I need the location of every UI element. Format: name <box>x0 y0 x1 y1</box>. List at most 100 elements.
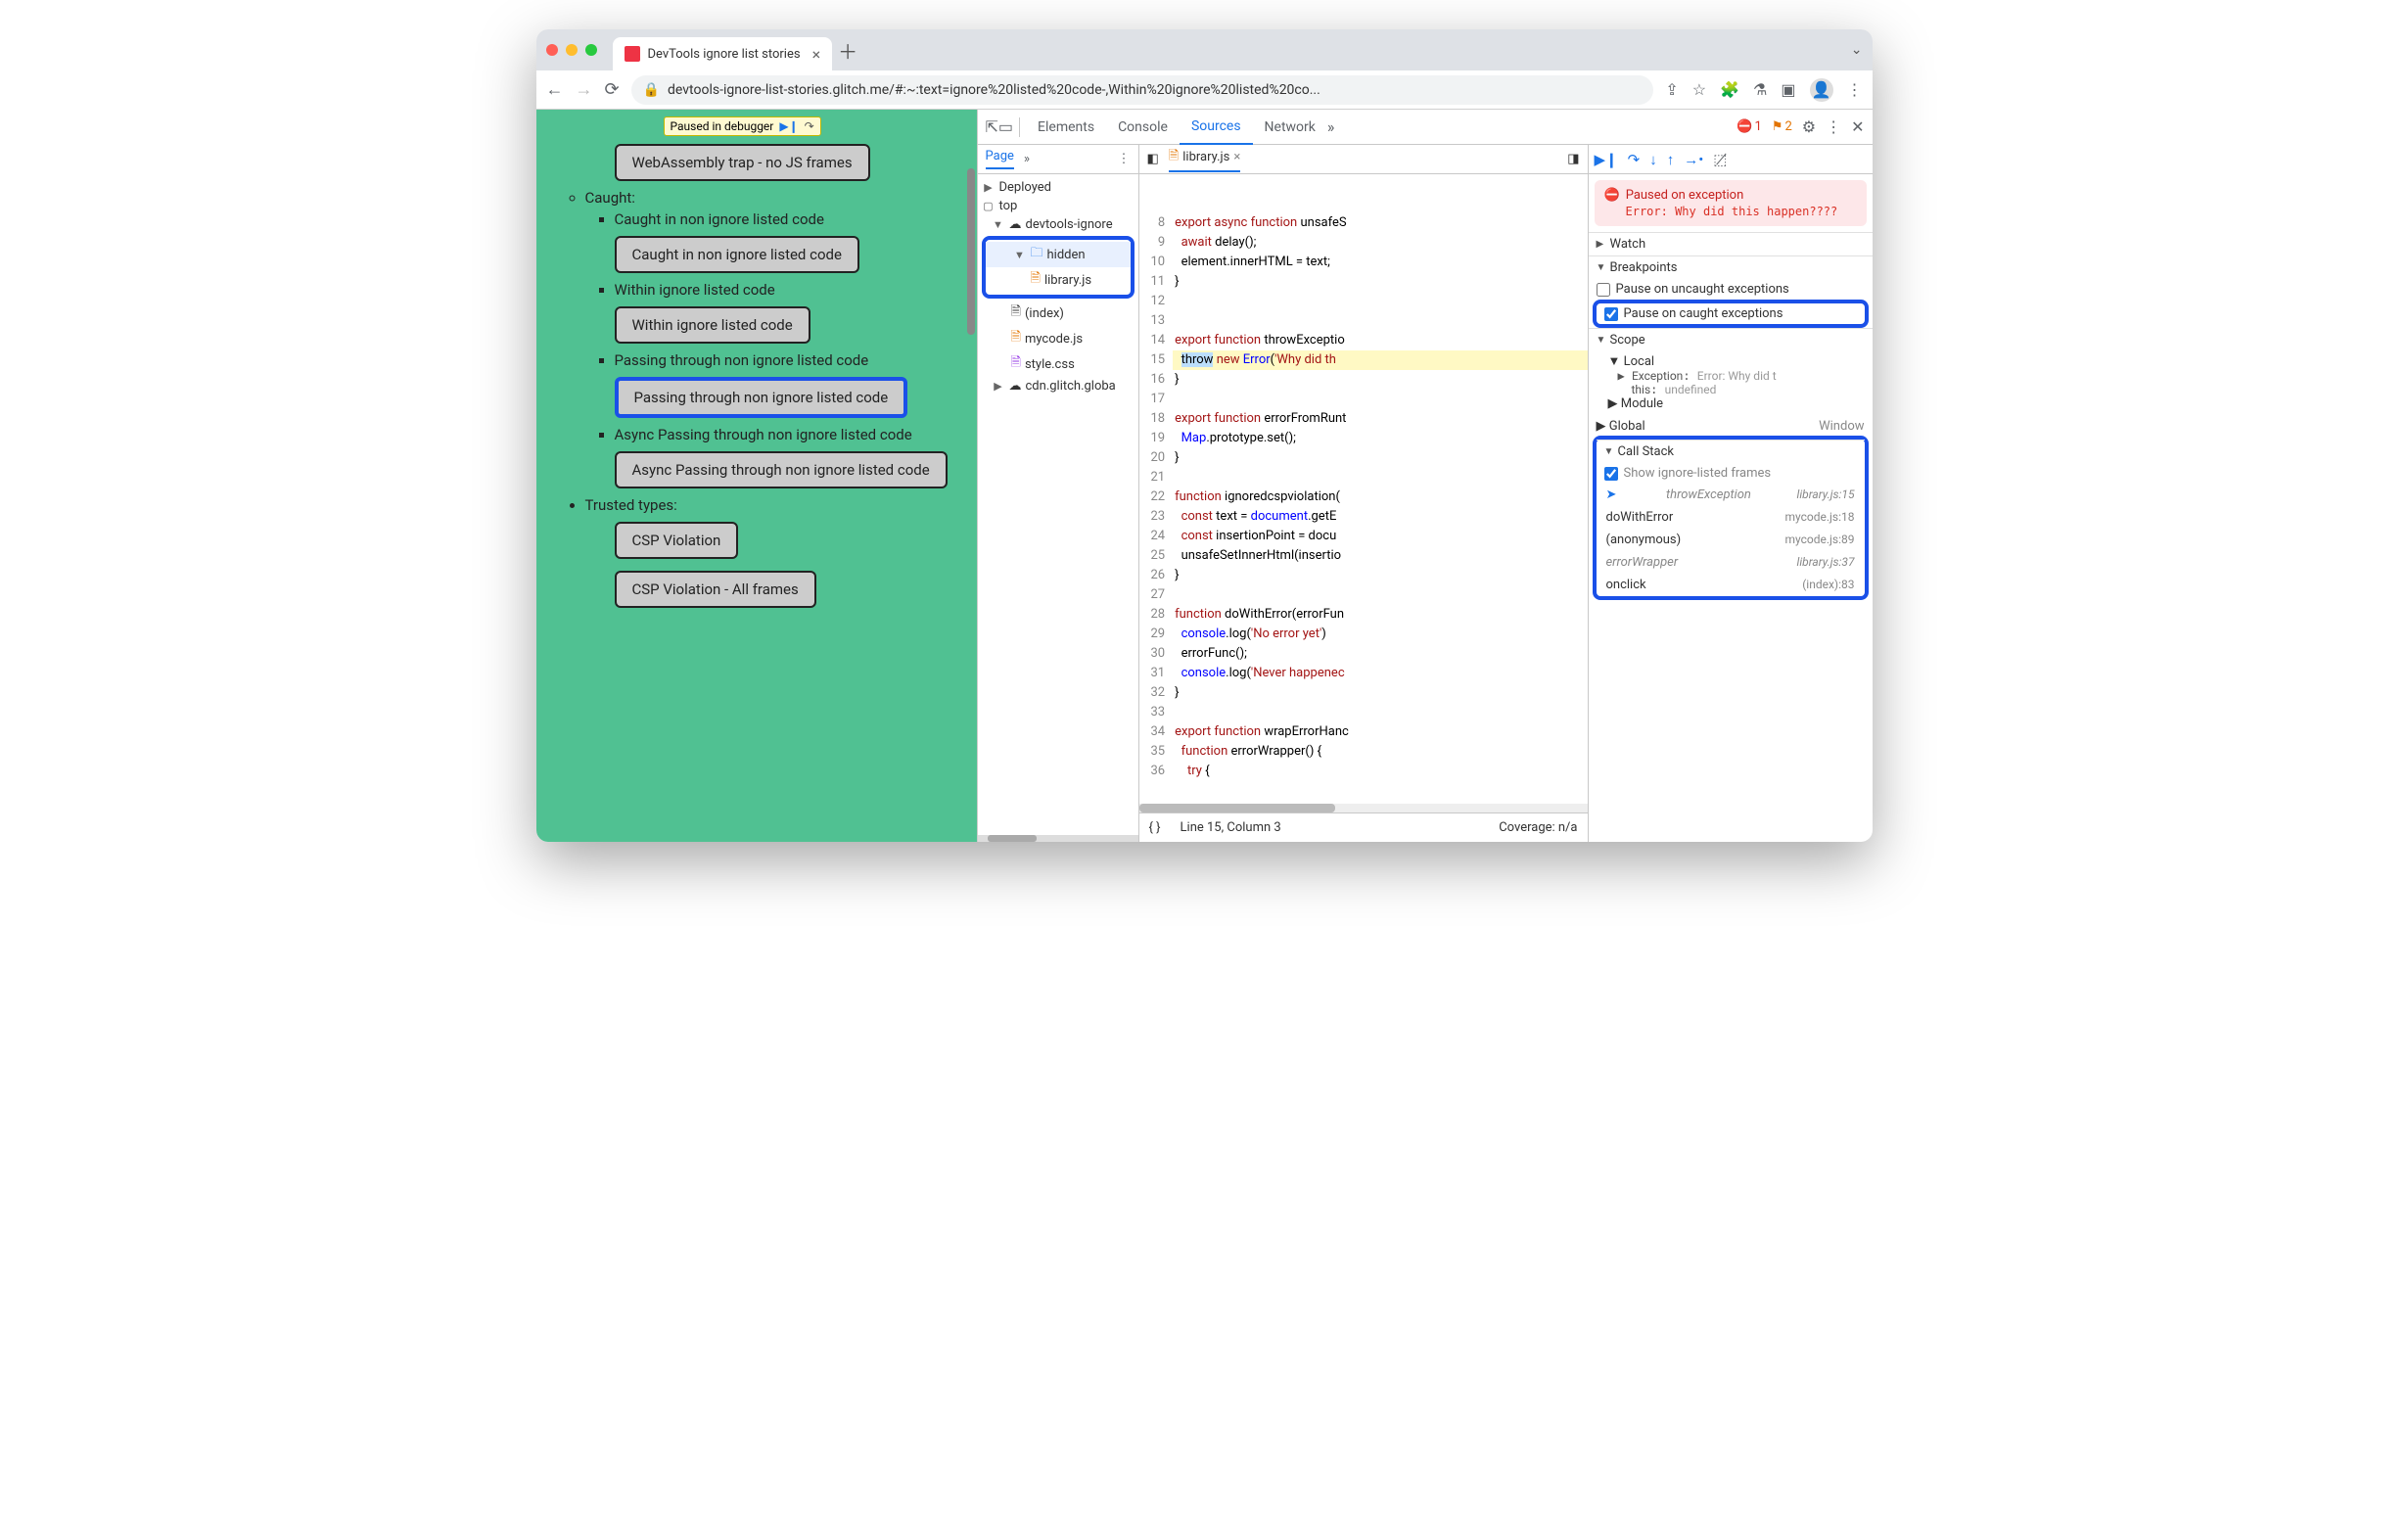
code-line[interactable]: } <box>1173 448 1587 468</box>
minimize-window[interactable] <box>566 44 578 56</box>
code-line[interactable]: export function throwExceptio <box>1173 331 1587 350</box>
code-line[interactable] <box>1173 390 1587 409</box>
extensions-icon[interactable]: 🧩 <box>1720 80 1739 99</box>
step-over-button[interactable]: ↷ <box>1628 151 1641 168</box>
profile-avatar[interactable]: 👤 <box>1810 78 1833 102</box>
share-icon[interactable]: ⇪ <box>1665 80 1678 99</box>
new-tab-button[interactable]: ＋ <box>838 36 857 65</box>
show-ignored-frames-row[interactable]: Show ignore-listed frames <box>1597 463 1865 484</box>
menu-icon[interactable]: ⋮ <box>1847 80 1863 99</box>
stack-frame[interactable]: errorWrapperlibrary.js:37 <box>1597 551 1865 574</box>
code-line[interactable]: } <box>1173 272 1587 292</box>
code-line[interactable]: console.log('No error yet') <box>1173 625 1587 644</box>
back-button[interactable]: ← <box>546 79 564 100</box>
tree-hidden-folder[interactable]: ▼🗀hidden <box>986 242 1131 267</box>
code-line[interactable]: unsafeSetInnerHtml(insertio <box>1173 546 1587 566</box>
issue-count-badge[interactable]: ⚑ 2 <box>1772 119 1792 134</box>
button-wasm-trap[interactable]: WebAssembly trap - no JS frames <box>615 144 870 181</box>
bp-uncaught-row[interactable]: Pause on uncaught exceptions <box>1589 279 1873 300</box>
labs-icon[interactable]: ⚗ <box>1753 80 1767 99</box>
code-line[interactable]: errorFunc(); <box>1173 644 1587 664</box>
panel-icon[interactable]: ▣ <box>1781 80 1795 99</box>
kebab-icon[interactable]: ⋮ <box>1826 117 1841 136</box>
page-scrollbar[interactable] <box>967 168 975 335</box>
code-line[interactable]: element.innerHTML = text; <box>1173 253 1587 272</box>
tree-domain[interactable]: ▼☁devtools-ignore <box>978 215 1138 234</box>
tree-mycode-js[interactable]: 🗎mycode.js <box>978 326 1138 351</box>
resume-icon[interactable]: ▶❙ <box>779 119 798 133</box>
stack-frame[interactable]: doWithErrormycode.js:18 <box>1597 506 1865 529</box>
deactivate-bp-button[interactable]: ⬚̸ <box>1713 151 1727 168</box>
step-icon[interactable]: ↷ <box>805 119 814 133</box>
scope-global[interactable]: ▶ GlobalWindow <box>1589 417 1873 436</box>
scope-local[interactable]: ▼ Local <box>1608 353 1865 369</box>
zoom-window[interactable] <box>585 44 597 56</box>
nav-tab-page[interactable]: Page <box>986 149 1014 169</box>
code-line[interactable]: function doWithError(errorFun <box>1173 605 1587 625</box>
code-line[interactable]: } <box>1173 566 1587 585</box>
resume-button[interactable]: ▶❙ <box>1595 151 1618 168</box>
bp-caught-row[interactable]: Pause on caught exceptions <box>1597 303 1865 324</box>
section-scope[interactable]: ▼Scope <box>1589 329 1873 351</box>
code-line[interactable]: export function wrapErrorHanc <box>1173 722 1587 742</box>
more-tabs-icon[interactable]: » <box>1327 117 1335 136</box>
button-passing-through[interactable]: Passing through non ignore listed code <box>615 377 908 418</box>
tree-index[interactable]: 🗎(index) <box>978 301 1138 326</box>
code-line[interactable]: throw new Error('Why did th <box>1173 350 1587 370</box>
bookmark-icon[interactable]: ☆ <box>1692 80 1706 99</box>
code-line[interactable]: function errorWrapper() { <box>1173 742 1587 762</box>
toggle-dbg-icon[interactable]: ◨ <box>1567 152 1579 166</box>
bp-caught-checkbox[interactable] <box>1604 307 1618 321</box>
tab-sources[interactable]: Sources <box>1180 110 1253 145</box>
code-line[interactable]: export function errorFromRunt <box>1173 409 1587 429</box>
inspect-icon[interactable]: ⇱ <box>986 117 998 136</box>
section-breakpoints[interactable]: ▼Breakpoints <box>1589 256 1873 279</box>
code-area[interactable]: 8910111213141516171819202122232425262728… <box>1139 174 1588 804</box>
browser-tab[interactable]: DevTools ignore list stories × <box>613 37 833 70</box>
file-tab-library[interactable]: 🗎 library.js × <box>1169 147 1241 172</box>
step-out-button[interactable]: ↑ <box>1667 151 1675 168</box>
scope-module[interactable]: ▶ Module <box>1608 396 1865 411</box>
stack-frame[interactable]: onclick(index):83 <box>1597 574 1865 596</box>
code-line[interactable]: export async function unsafeS <box>1173 213 1587 233</box>
show-ignored-checkbox[interactable] <box>1604 467 1618 481</box>
code-line[interactable]: Map.prototype.set(); <box>1173 429 1587 448</box>
bp-uncaught-checkbox[interactable] <box>1597 283 1610 297</box>
tree-cdn[interactable]: ▶☁cdn.glitch.globa <box>978 377 1138 395</box>
button-caught-nonignore[interactable]: Caught in non ignore listed code <box>615 236 859 273</box>
close-devtools-icon[interactable]: ✕ <box>1851 117 1864 136</box>
device-icon[interactable]: ▭ <box>998 117 1013 136</box>
button-csp-violation-all[interactable]: CSP Violation - All frames <box>615 571 816 608</box>
nav-scrollbar[interactable] <box>978 835 1138 842</box>
code-line[interactable]: const text = document.getE <box>1173 507 1587 527</box>
code-line[interactable] <box>1173 703 1587 722</box>
tab-elements[interactable]: Elements <box>1026 110 1106 145</box>
step-button[interactable]: →• <box>1684 151 1703 168</box>
button-within-ignore[interactable]: Within ignore listed code <box>615 306 810 344</box>
braces-icon[interactable]: { } <box>1149 820 1161 835</box>
button-async-passing[interactable]: Async Passing through non ignore listed … <box>615 451 948 488</box>
close-window[interactable] <box>546 44 558 56</box>
stack-frame[interactable]: throwExceptionlibrary.js:15 <box>1597 484 1865 506</box>
code-line[interactable] <box>1173 311 1587 331</box>
editor-h-scrollbar[interactable] <box>1139 804 1588 812</box>
tree-style-css[interactable]: 🗎style.css <box>978 351 1138 377</box>
code-line[interactable] <box>1173 468 1587 487</box>
code-line[interactable]: } <box>1173 683 1587 703</box>
scope-exception[interactable]: ▶ Exception: Error: Why did t <box>1608 369 1865 383</box>
address-bar[interactable]: 🔒 devtools-ignore-list-stories.glitch.me… <box>631 75 1654 105</box>
tab-network[interactable]: Network <box>1253 110 1327 145</box>
section-callstack[interactable]: ▼Call Stack <box>1597 441 1865 463</box>
code-line[interactable]: await delay(); <box>1173 233 1587 253</box>
tree-top[interactable]: ▢top <box>978 197 1138 215</box>
toggle-nav-icon[interactable]: ◧ <box>1147 152 1159 166</box>
reload-button[interactable]: ⟳ <box>605 79 620 100</box>
nav-more-icon[interactable]: » <box>1024 152 1030 166</box>
close-tab-icon[interactable]: × <box>812 45 821 64</box>
close-file-icon[interactable]: × <box>1233 150 1240 164</box>
stack-frame[interactable]: (anonymous)mycode.js:89 <box>1597 529 1865 551</box>
code-line[interactable] <box>1173 585 1587 605</box>
step-into-button[interactable]: ↓ <box>1649 151 1657 168</box>
code-line[interactable] <box>1173 292 1587 311</box>
tree-deployed[interactable]: ▶Deployed <box>978 178 1138 197</box>
